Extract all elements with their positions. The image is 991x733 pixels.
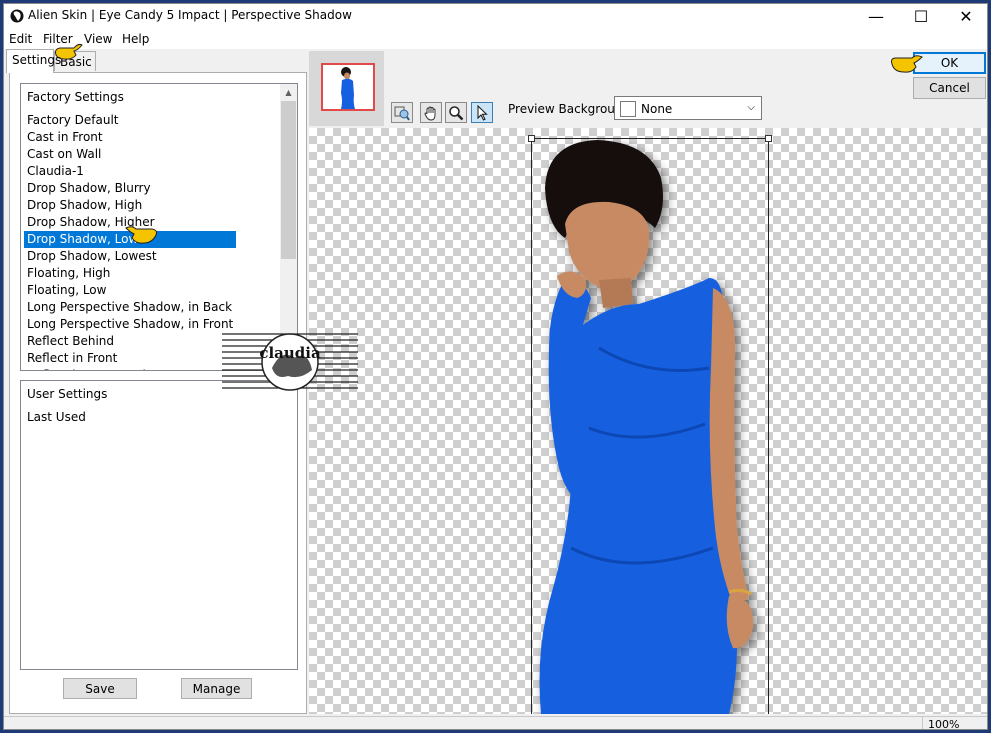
chevron-down-icon: ⌵ <box>747 102 755 113</box>
minimize-button[interactable]: — <box>854 4 898 29</box>
menu-edit[interactable]: Edit <box>9 32 32 46</box>
factory-setting-item[interactable]: Reflect Behind <box>24 333 236 350</box>
watermark-text: claudia <box>259 344 321 362</box>
claudia-watermark-logo: claudia <box>222 333 358 391</box>
user-settings-header: User Settings <box>27 387 108 401</box>
maximize-icon: ☐ <box>913 7 929 26</box>
scroll-up-arrow-icon[interactable]: ▲ <box>280 84 297 101</box>
close-icon: ✕ <box>959 7 973 26</box>
close-button[interactable]: ✕ <box>944 4 987 29</box>
factory-setting-item[interactable]: Drop Shadow, High <box>24 197 236 214</box>
magnifier-icon <box>449 105 464 120</box>
preview-background-value: None <box>641 102 673 116</box>
pointing-hand-icon-list <box>125 226 157 244</box>
hand-icon <box>424 106 436 120</box>
minimize-icon: — <box>868 7 884 26</box>
select-tool-button[interactable] <box>471 102 493 123</box>
factory-setting-item[interactable]: Cast on Wall <box>24 146 236 163</box>
menu-view[interactable]: View <box>84 32 112 46</box>
save-button[interactable]: Save <box>63 678 137 699</box>
factory-setting-item[interactable]: Long Perspective Shadow, in Front <box>24 316 236 333</box>
zoom-fit-button[interactable] <box>391 102 413 123</box>
cancel-button[interactable]: Cancel <box>913 77 986 99</box>
navigator-view-rect[interactable] <box>321 63 375 111</box>
scroll-thumb[interactable] <box>281 101 296 259</box>
factory-setting-item[interactable]: Long Perspective Shadow, in Back <box>24 299 236 316</box>
alien-skin-app-icon <box>10 9 24 23</box>
factory-setting-item[interactable]: Factory Default <box>24 112 236 129</box>
navigator-thumbnail[interactable] <box>309 51 384 126</box>
factory-setting-item[interactable]: Drop Shadow, Lowest <box>24 248 236 265</box>
factory-settings-header: Factory Settings <box>27 90 124 104</box>
thumbnail-figure-image <box>341 67 355 109</box>
factory-setting-item[interactable]: Floating, High <box>24 265 236 282</box>
user-settings-list[interactable]: User Settings Last Used <box>20 380 298 670</box>
background-swatch <box>620 101 636 117</box>
factory-setting-item[interactable]: Reflect in Front - Faint <box>24 367 236 370</box>
zoom-fit-icon <box>394 106 410 121</box>
factory-setting-item[interactable]: Drop Shadow, Blurry <box>24 180 236 197</box>
factory-setting-item[interactable]: Claudia-1 <box>24 163 236 180</box>
menu-help[interactable]: Help <box>122 32 149 46</box>
user-settings-items: Last Used <box>27 409 89 426</box>
zoom-level: 100% <box>928 718 960 730</box>
status-bar: 100% <box>4 716 987 730</box>
preview-background-select[interactable]: None ⌵ <box>614 96 762 120</box>
user-setting-item[interactable]: Last Used <box>24 409 89 426</box>
preview-canvas[interactable] <box>309 128 987 714</box>
window-title: Alien Skin | Eye Candy 5 Impact | Perspe… <box>28 8 352 22</box>
preview-figure-image <box>539 140 754 714</box>
maximize-button[interactable]: ☐ <box>899 4 943 29</box>
hand-tool-button[interactable] <box>420 102 442 123</box>
tab-settings[interactable]: Settings <box>6 49 61 73</box>
arrow-pointer-icon <box>477 104 488 121</box>
factory-setting-item[interactable]: Cast in Front <box>24 129 236 146</box>
settings-panel: Factory Settings Factory Default Cast in … <box>9 72 307 714</box>
factory-setting-item[interactable]: Floating, Low <box>24 282 236 299</box>
zoom-tool-button[interactable] <box>445 102 467 123</box>
title-bar[interactable]: Alien Skin | Eye Candy 5 Impact | Perspe… <box>4 4 987 29</box>
manage-button[interactable]: Manage <box>181 678 252 699</box>
menu-bar: Edit Filter View Help <box>4 29 987 49</box>
eye-candy-window: Alien Skin | Eye Candy 5 Impact | Perspe… <box>3 3 988 730</box>
status-separator <box>922 717 923 729</box>
pointing-hand-icon-ok <box>891 55 923 73</box>
factory-setting-item[interactable]: Reflect in Front <box>24 350 236 367</box>
